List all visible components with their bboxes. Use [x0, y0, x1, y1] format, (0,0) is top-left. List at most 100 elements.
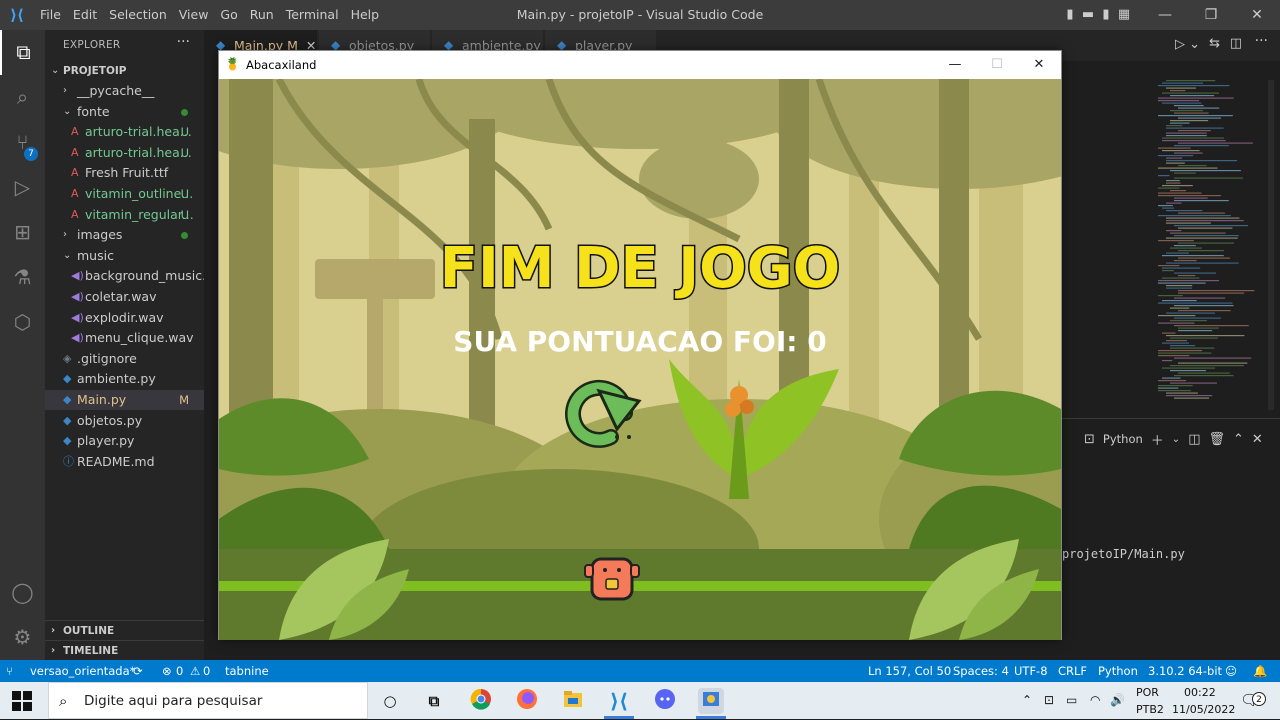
editor-scrollbar[interactable] [1268, 80, 1274, 410]
tree-item[interactable]: Aarturo-trial.hea... U [45, 143, 204, 163]
menu-edit[interactable]: Edit [67, 0, 103, 30]
taskbar-search-box[interactable]: ⌕ Digite aqui para pesquisar [48, 682, 368, 719]
indentation[interactable]: Spaces: 4 [953, 660, 1009, 682]
volume-icon[interactable]: 🔊 [1110, 682, 1125, 719]
cortana-icon[interactable]: ○ [377, 688, 403, 714]
tree-item[interactable]: A Fresh Fruit.ttf [45, 163, 204, 183]
tree-item[interactable]: ◀) explodir.wav [45, 308, 204, 328]
tree-item[interactable]: ◈ .gitignore [45, 349, 204, 369]
remote-explorer-icon[interactable]: ⬡ [0, 300, 45, 345]
close-icon[interactable]: ✕ [1234, 0, 1280, 30]
warnings-icon[interactable]: ⚠ [190, 660, 200, 682]
menu-selection[interactable]: Selection [103, 0, 173, 30]
windows-start-icon[interactable] [12, 691, 32, 711]
end-of-line[interactable]: CRLF [1058, 660, 1087, 682]
run-file-icon[interactable]: ▷ ⌄ [1175, 37, 1200, 52]
minimap-line [1178, 327, 1219, 329]
minimize-icon[interactable]: — [1142, 0, 1188, 30]
notifications-bell-icon[interactable]: 🔔 [1253, 660, 1267, 682]
menu-help[interactable]: Help [345, 0, 386, 30]
feedback-icon[interactable]: ☺ [1225, 660, 1237, 682]
tree-item[interactable]: ◀) menu_clique.wav [45, 328, 204, 348]
input-language[interactable]: POR [1136, 684, 1159, 701]
tree-item[interactable]: ◆ ambiente.py [45, 369, 204, 389]
customize-layout-icon[interactable]: ▦ [1116, 0, 1132, 30]
timeline-section[interactable]: › TIMELINE [45, 640, 204, 660]
vscode-taskbar-icon[interactable]: ⟩⟨ [606, 688, 632, 714]
menu-terminal[interactable]: Terminal [280, 0, 345, 30]
tree-item[interactable]: ◆ player.py [45, 431, 204, 451]
menu-file[interactable]: File [34, 0, 67, 30]
remote-indicator-icon[interactable]: ⑂ [6, 660, 13, 682]
firefox-icon[interactable] [514, 688, 540, 714]
split-editor-icon[interactable]: ◫ [1230, 36, 1242, 51]
maximize-icon[interactable]: ☐ [975, 51, 1019, 79]
errors-icon[interactable]: ⊗ [162, 660, 172, 682]
branch-indicator[interactable]: versao_orientada* [30, 660, 135, 682]
file-explorer-icon[interactable] [560, 688, 586, 714]
clock-date[interactable]: 11/05/2022 [1172, 701, 1235, 718]
wifi-icon[interactable]: ◠ [1090, 682, 1100, 719]
source-control-icon[interactable]: ⑂ 7 [0, 120, 45, 165]
menu-view[interactable]: View [173, 0, 215, 30]
tree-item[interactable]: ◆ objetos.py [45, 411, 204, 431]
cursor-position[interactable]: Ln 157, Col 50 [868, 660, 951, 682]
encoding[interactable]: UTF-8 [1014, 660, 1048, 682]
run-debug-icon[interactable]: ▷ [0, 165, 45, 210]
tree-item[interactable]: ◆ Main.py M [45, 390, 204, 410]
menu-run[interactable]: Run [244, 0, 280, 30]
sync-icon[interactable]: ⟳ [133, 660, 143, 682]
chevron-down-icon[interactable]: ⌄ [1172, 434, 1180, 445]
close-panel-icon[interactable]: ✕ [1252, 432, 1263, 447]
tree-item[interactable]: ◀)background_music.... [45, 266, 204, 286]
minimize-icon[interactable]: — [933, 51, 977, 79]
project-root[interactable]: ⌄ PROJETOIP [45, 61, 204, 81]
battery-icon[interactable]: ▭ [1066, 682, 1077, 719]
chevron-up-icon[interactable]: ⌃ [1022, 682, 1032, 719]
tree-item[interactable]: Avitamin_outline... U [45, 184, 204, 204]
task-view-icon[interactable]: ⧉ [421, 688, 447, 714]
chevron-up-icon[interactable]: ⌃ [1233, 432, 1244, 447]
minimap[interactable] [1158, 80, 1273, 400]
tabnine-status[interactable]: tabnine [225, 660, 269, 682]
search-icon[interactable]: ⌕ [0, 75, 45, 120]
trash-icon[interactable]: 🗑 [1208, 432, 1225, 447]
explorer-icon[interactable]: ⧉ [0, 30, 45, 75]
tree-item[interactable]: ⌄ fonte [45, 102, 204, 122]
tree-item[interactable]: Aarturo-trial.hea... U [45, 122, 204, 142]
meet-now-icon[interactable]: ⊡ [1044, 682, 1054, 719]
keyboard-layout[interactable]: PTB2 [1136, 701, 1164, 718]
tree-item[interactable]: › __pycache__ [45, 81, 204, 101]
menu-go[interactable]: Go [214, 0, 243, 30]
tree-item[interactable]: ⓘ README.md [45, 452, 204, 472]
testing-icon[interactable]: ⚗ [0, 255, 45, 300]
clock-time[interactable]: 00:22 [1184, 684, 1216, 701]
minimap-line [1170, 122, 1190, 124]
outline-section[interactable]: › OUTLINE [45, 620, 204, 640]
tree-item[interactable]: ◀) coletar.wav [45, 287, 204, 307]
close-icon[interactable]: ✕ [1017, 51, 1061, 79]
new-terminal-icon[interactable]: ＋ [1151, 430, 1164, 449]
extensions-icon[interactable]: ⊞ [0, 210, 45, 255]
toggle-sidebar-icon[interactable]: ▮ [1062, 0, 1078, 30]
more-actions-icon[interactable]: ··· [1255, 33, 1268, 49]
game-canvas[interactable]: FIM DE JOGO SUA PONTUACAO FOI: 0 [219, 79, 1061, 640]
tree-item[interactable]: Avitamin_regular... U [45, 205, 204, 225]
compare-icon[interactable]: ⇆ [1209, 36, 1220, 51]
tree-item[interactable]: › images [45, 225, 204, 245]
restore-icon[interactable]: ❐ [1188, 0, 1234, 30]
chrome-icon[interactable] [468, 688, 494, 714]
account-icon[interactable]: ◯ [0, 570, 45, 615]
settings-gear-icon[interactable]: ⚙ [0, 615, 45, 660]
tree-item[interactable]: ⌄ music [45, 246, 204, 266]
language-mode[interactable]: Python [1098, 660, 1138, 682]
split-terminal-icon[interactable]: ◫ [1188, 432, 1200, 447]
more-actions-icon[interactable]: ··· [177, 34, 190, 50]
minimap-line [1178, 257, 1230, 259]
terminal-type[interactable]: Python [1103, 432, 1143, 446]
python-interpreter[interactable]: 3.10.2 64-bit [1148, 660, 1222, 682]
discord-icon[interactable] [652, 688, 678, 714]
toggle-panel-icon[interactable]: ▬ [1080, 0, 1096, 30]
python-game-taskbar-icon[interactable] [698, 688, 724, 714]
toggle-secondary-sidebar-icon[interactable]: ▮ [1098, 0, 1114, 30]
